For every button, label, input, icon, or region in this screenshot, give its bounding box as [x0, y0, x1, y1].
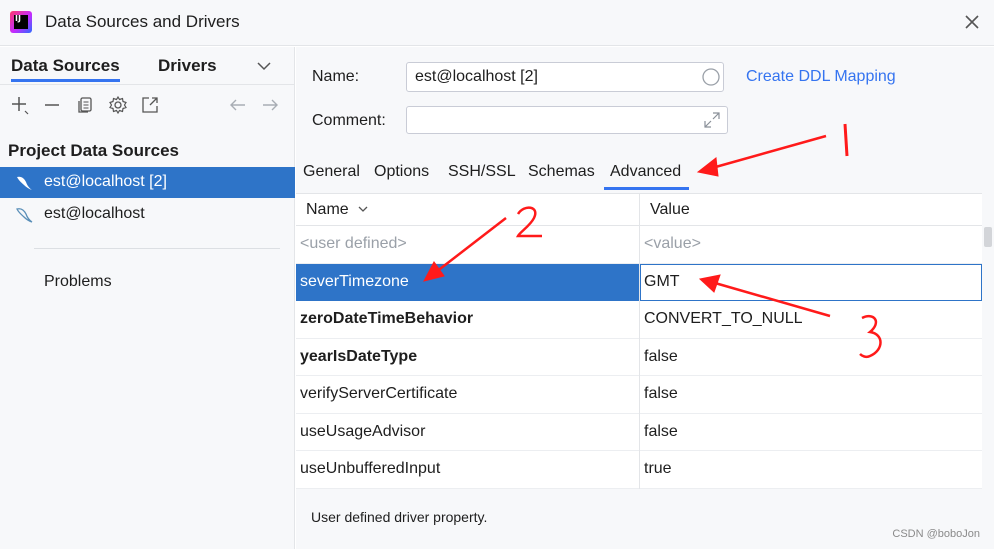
- value-editor[interactable]: [640, 263, 982, 301]
- data-source-toolbar: [0, 95, 295, 119]
- expand-icon[interactable]: [702, 110, 722, 130]
- add-icon[interactable]: [10, 95, 30, 115]
- property-name[interactable]: <user defined>: [300, 235, 407, 253]
- close-icon[interactable]: [962, 12, 982, 32]
- tab-options[interactable]: Options: [374, 163, 429, 187]
- open-icon[interactable]: [140, 95, 160, 115]
- tab-advanced[interactable]: Advanced: [604, 163, 690, 190]
- right-pane: Name: Create DDL Mapping Comment: Genera…: [296, 47, 994, 549]
- remove-icon[interactable]: [42, 95, 62, 115]
- tab-schemas[interactable]: Schemas: [528, 163, 595, 187]
- column-divider[interactable]: [639, 194, 640, 489]
- name-input[interactable]: [406, 62, 724, 92]
- create-ddl-mapping-link[interactable]: Create DDL Mapping: [746, 68, 896, 86]
- property-value[interactable]: <value>: [644, 235, 701, 253]
- data-source-label: est@localhost: [44, 205, 145, 222]
- tab-ssh-ssl[interactable]: SSH/SSL: [448, 163, 516, 187]
- property-description: User defined driver property.: [311, 509, 488, 525]
- property-name[interactable]: zeroDateTimeBehavior: [300, 310, 473, 328]
- back-icon[interactable]: [228, 95, 248, 115]
- problems-item[interactable]: Problems: [44, 273, 112, 291]
- intellij-logo-icon: IJ: [10, 11, 32, 33]
- property-name[interactable]: verifyServerCertificate: [300, 385, 457, 403]
- color-circle-icon[interactable]: [701, 67, 721, 87]
- data-source-item[interactable]: est@localhost [2]: [0, 167, 295, 198]
- name-label: Name:: [312, 68, 360, 85]
- property-name[interactable]: useUsageAdvisor: [300, 423, 425, 441]
- title-bar: IJ Data Sources and Drivers: [0, 0, 994, 46]
- sort-chevron-icon[interactable]: [357, 204, 369, 214]
- forward-icon[interactable]: [260, 95, 280, 115]
- duplicate-icon[interactable]: [75, 95, 95, 115]
- mysql-icon: [17, 176, 32, 190]
- property-value[interactable]: GMT: [644, 273, 680, 291]
- tab-drivers[interactable]: Drivers: [158, 56, 217, 76]
- divider: [34, 248, 280, 249]
- chevron-down-icon[interactable]: [256, 60, 272, 72]
- property-name[interactable]: yearIsDateType: [300, 348, 417, 366]
- data-source-label: est@localhost [2]: [44, 173, 167, 190]
- property-name[interactable]: severTimezone: [300, 273, 409, 291]
- comment-input[interactable]: [406, 106, 728, 134]
- property-value[interactable]: CONVERT_TO_NULL: [644, 310, 803, 328]
- property-value[interactable]: false: [644, 423, 678, 441]
- settings-icon[interactable]: [108, 95, 128, 115]
- property-value[interactable]: true: [644, 460, 672, 478]
- left-tab-bar: Data Sources Drivers: [0, 47, 294, 85]
- window-title: Data Sources and Drivers: [45, 12, 240, 31]
- property-value[interactable]: false: [644, 348, 678, 366]
- left-pane: Data Sources Drivers Project Data Source…: [0, 47, 295, 549]
- project-data-sources-heading: Project Data Sources: [8, 141, 180, 160]
- tab-general[interactable]: General: [303, 163, 360, 187]
- settings-tab-bar: General Options SSH/SSL Schemas Advanced: [296, 155, 994, 193]
- scroll-thumb[interactable]: [984, 227, 992, 247]
- property-name[interactable]: useUnbufferedInput: [300, 460, 440, 478]
- table-scrollbar[interactable]: [982, 193, 994, 489]
- column-header-name[interactable]: Name: [306, 201, 349, 219]
- column-header-value: Value: [650, 201, 690, 218]
- property-value[interactable]: false: [644, 385, 678, 403]
- properties-table: Name Value <user defined> <value> severT…: [296, 193, 982, 489]
- comment-label: Comment:: [312, 112, 386, 129]
- data-source-item[interactable]: est@localhost: [0, 199, 295, 230]
- tab-data-sources[interactable]: Data Sources: [11, 56, 120, 82]
- watermark: CSDN @boboJon: [892, 528, 980, 540]
- mysql-icon: [16, 208, 33, 223]
